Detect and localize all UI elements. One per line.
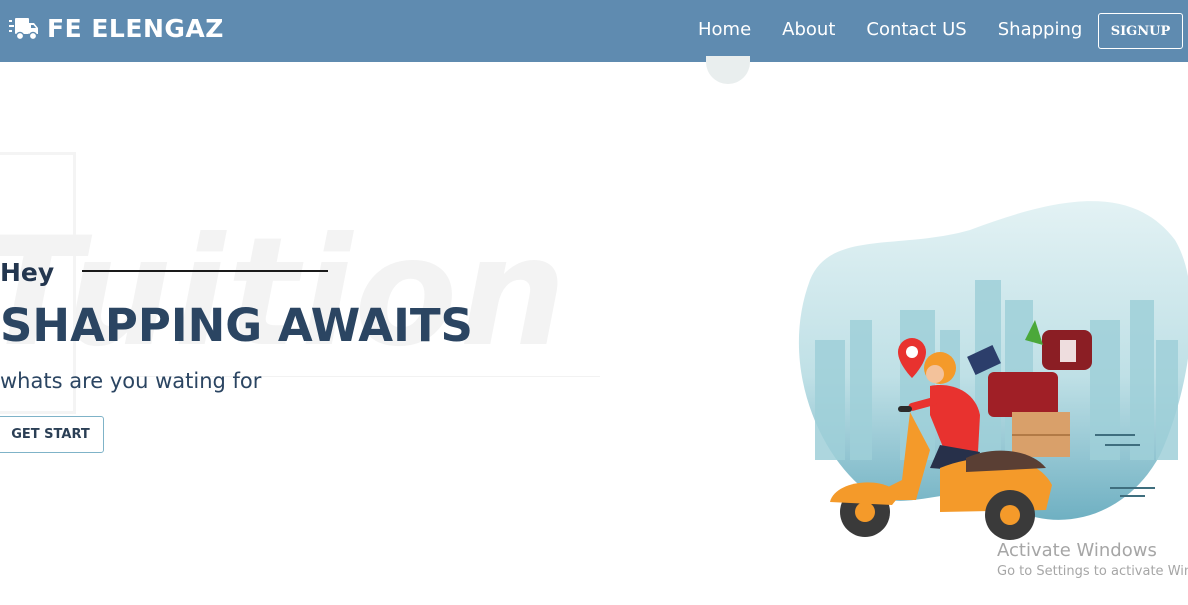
decorative-bubble — [706, 56, 750, 84]
activate-windows-title: Activate Windows — [997, 540, 1157, 561]
nav-link-about[interactable]: About — [782, 18, 835, 42]
brand-name: FE ELENGAZ — [47, 14, 224, 43]
main-nav: Home About Contact US Shapping — [698, 18, 1113, 42]
hero-greeting: Hey — [0, 258, 55, 287]
greeting-underline — [82, 270, 328, 272]
activate-windows-subtitle: Go to Settings to activate Windows. — [997, 564, 1188, 579]
hero-subline: whats are you wating for — [0, 369, 262, 393]
nav-link-shapping[interactable]: Shapping — [998, 18, 1083, 42]
top-navbar: FE ELENGAZ Home About Contact US Shappin… — [0, 0, 1188, 62]
delivery-truck-icon — [9, 17, 38, 40]
brand-logo[interactable]: FE ELENGAZ — [9, 14, 224, 43]
hero-headline: SHAPPING AWAITS — [0, 299, 473, 352]
delivery-scooter-illustration — [798, 201, 1188, 540]
get-start-button[interactable]: GET START — [0, 416, 104, 453]
signup-button[interactable]: SIGNUP — [1098, 13, 1183, 49]
watermark-text: Tuition — [0, 206, 569, 380]
activate-windows-watermark: Activate Windows Go to Settings to activ… — [997, 540, 1188, 579]
nav-link-contact[interactable]: Contact US — [866, 18, 966, 42]
nav-link-home[interactable]: Home — [698, 18, 751, 42]
